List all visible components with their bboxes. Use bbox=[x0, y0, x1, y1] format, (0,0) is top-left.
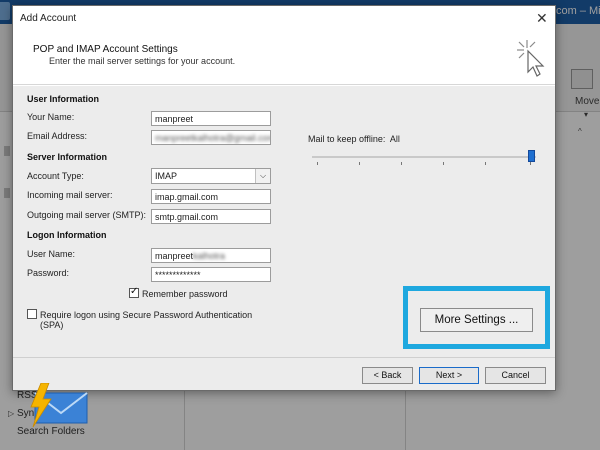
user-name-label: User Name: bbox=[27, 249, 76, 259]
section-user-information: User Information bbox=[27, 94, 100, 104]
remember-password-label: Remember password bbox=[142, 289, 228, 299]
password-label: Password: bbox=[27, 268, 70, 278]
email-address-label: Email Address: bbox=[27, 131, 88, 141]
add-account-dialog: Add Account ✕ POP and IMAP Account Setti… bbox=[12, 5, 556, 391]
checkmark-icon: ✓ bbox=[130, 286, 139, 297]
slider-tick bbox=[401, 162, 402, 165]
slider-tick bbox=[485, 162, 486, 165]
incoming-server-input[interactable]: imap.gmail.com bbox=[151, 189, 271, 204]
user-name-value: manpreet bbox=[155, 251, 194, 261]
dialog-title: Add Account bbox=[20, 13, 77, 24]
account-type-value: IMAP bbox=[155, 171, 178, 181]
mail-offline-label: Mail to keep offline: All bbox=[308, 134, 400, 144]
mail-offline-slider[interactable] bbox=[312, 150, 536, 165]
cancel-button[interactable]: Cancel bbox=[485, 367, 546, 384]
mail-offline-label-text: Mail to keep offline: bbox=[308, 134, 386, 144]
require-spa-label: Require logon using Secure Password Auth… bbox=[40, 310, 253, 320]
page-subtitle: Enter the mail server settings for your … bbox=[49, 56, 236, 66]
next-button[interactable]: Next > bbox=[419, 367, 479, 384]
outgoing-server-value: smtp.gmail.com bbox=[155, 212, 219, 222]
slider-tick bbox=[317, 162, 318, 165]
account-type-label: Account Type: bbox=[27, 171, 84, 181]
your-name-value: manpreet bbox=[155, 114, 194, 124]
mail-logo-icon bbox=[30, 383, 88, 428]
section-server-information: Server Information bbox=[27, 152, 108, 162]
email-address-input[interactable]: manpreetkalhotra@gmail.com bbox=[151, 130, 271, 145]
require-spa-checkbox[interactable] bbox=[27, 309, 37, 319]
your-name-input[interactable]: manpreet bbox=[151, 111, 271, 126]
password-input[interactable]: ************* bbox=[151, 267, 271, 282]
require-spa-label-cont: (SPA) bbox=[40, 320, 64, 330]
close-icon[interactable]: ✕ bbox=[536, 10, 548, 27]
remember-password-checkbox[interactable]: ✓ bbox=[129, 286, 139, 298]
slider-thumb[interactable] bbox=[528, 150, 535, 162]
user-name-input[interactable]: manpreetkalhotra bbox=[151, 248, 271, 263]
your-name-label: Your Name: bbox=[27, 112, 75, 122]
incoming-server-value: imap.gmail.com bbox=[155, 192, 219, 202]
dialog-header: POP and IMAP Account Settings Enter the … bbox=[13, 30, 555, 85]
back-button[interactable]: < Back bbox=[362, 367, 413, 384]
outgoing-server-input[interactable]: smtp.gmail.com bbox=[151, 209, 271, 224]
slider-track[interactable] bbox=[312, 156, 536, 158]
chevron-down-icon[interactable]: ⌵ bbox=[255, 169, 270, 183]
mail-offline-value: All bbox=[389, 134, 400, 144]
password-value: ************* bbox=[155, 270, 201, 280]
slider-tick bbox=[443, 162, 444, 165]
slider-tick bbox=[359, 162, 360, 165]
incoming-server-label: Incoming mail server: bbox=[27, 190, 113, 200]
account-type-select[interactable]: IMAP ⌵ bbox=[151, 168, 271, 184]
section-logon-information: Logon Information bbox=[27, 230, 107, 240]
email-address-value: manpreetkalhotra@gmail.com bbox=[155, 133, 271, 143]
page-heading: POP and IMAP Account Settings bbox=[33, 44, 178, 55]
outgoing-server-label: Outgoing mail server (SMTP): bbox=[27, 210, 147, 220]
cursor-click-icon bbox=[517, 40, 545, 77]
slider-tick bbox=[530, 162, 531, 165]
more-settings-button[interactable]: More Settings ... bbox=[420, 308, 533, 332]
user-name-redacted: kalhotra bbox=[193, 251, 226, 261]
